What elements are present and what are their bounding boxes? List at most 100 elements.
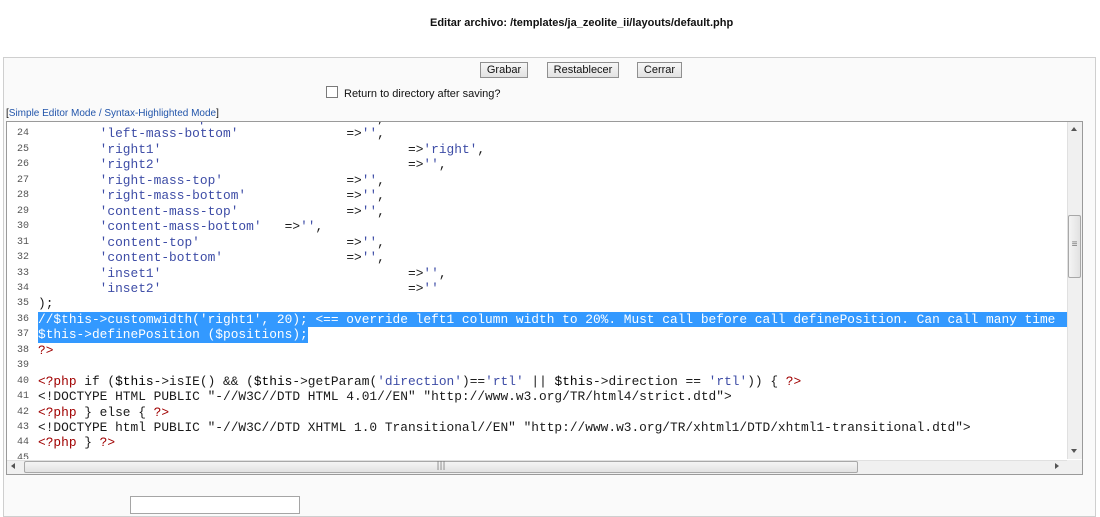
code-token: 'right1' [99,141,162,157]
code-token: 'left-mass-top' [100,122,216,126]
selected-code-text[interactable]: $this->definePosition ($positions); [38,327,308,343]
code-line: 34 'inset2' =>'' [7,281,1067,296]
code-line: 35); [7,296,1067,311]
code-token: => [346,234,362,250]
code-text[interactable]: <!DOCTYPE html PUBLIC "-//W3C//DTD XHTML… [38,420,971,435]
code-token: '' [423,265,439,281]
code-line: 28 'right-mass-bottom' =>'', [7,188,1067,203]
line-number: 34 [16,282,29,294]
code-token: '' [423,157,439,173]
scrollbar-corner [1067,460,1082,474]
line-number: 30 [16,221,29,233]
code-text[interactable]: 'content-mass-top' =>'', [38,204,385,219]
code-token: 'content-mass-bottom' [99,219,262,235]
return-to-directory-checkbox[interactable] [326,86,338,98]
editor-mode-link[interactable]: Simple Editor Mode / Syntax-Highlighted … [9,108,216,119]
code-token: 'right-mass-bottom' [99,188,247,204]
code-area[interactable]: 23 'left-mass-top' =>'',24 'left-mass-bo… [7,122,1067,459]
code-token: , [377,172,385,188]
code-text[interactable]: 'inset1' =>'', [38,266,447,281]
close-button[interactable]: Cerrar [637,62,682,78]
code-token: if ( [76,373,116,389]
code-text[interactable]: 'right-mass-bottom' =>'', [38,188,385,203]
code-text[interactable]: 'right-mass-top' =>'', [38,173,385,188]
scroll-right-arrow-icon[interactable] [1055,463,1059,469]
reset-button[interactable]: Restablecer [547,62,619,78]
line-number: 42 [16,406,29,418]
line-number: 26 [16,159,29,171]
code-token: 'content-bottom' [99,250,223,266]
code-line: 33 'inset1' =>'', [7,266,1067,281]
scroll-left-arrow-icon[interactable] [11,463,15,469]
code-token: => [407,141,424,157]
line-number: 24 [16,128,29,140]
code-token: , [377,126,385,142]
line-number: 29 [16,205,29,217]
line-number: 38 [16,344,29,356]
scroll-down-arrow-icon[interactable] [1071,449,1077,453]
code-text[interactable]: <?php } else { ?> [38,405,169,420]
line-number: 39 [16,360,29,372]
code-token: } else { [76,404,154,420]
code-token: , [377,122,385,126]
code-text[interactable]: 'content-bottom' =>'', [38,250,385,265]
code-token: => [407,280,424,296]
code-token: $this->definePosition ($positions); [38,327,308,343]
code-token: <!DOCTYPE HTML PUBLIC "-//W3C//DTD HTML … [38,389,732,405]
code-token: )== [461,373,486,389]
code-token: $this [554,373,594,389]
code-text[interactable]: ); [38,296,53,311]
code-text[interactable]: ?> [38,343,53,358]
code-token: '' [361,126,378,142]
code-text[interactable]: 'left-mass-bottom' =>'', [38,126,385,141]
code-token: $this [253,373,293,389]
code-token: <!DOCTYPE html PUBLIC "-//W3C//DTD XHTML… [38,420,971,435]
code-token: '' [361,234,378,250]
code-line: 37 $this->definePosition ($positions); [7,327,1067,343]
line-number: 31 [16,236,29,248]
code-text[interactable]: 'inset2' =>'' [38,281,439,296]
code-token: //$this->customwidth('right1', 20); <== … [38,311,1056,327]
line-number: 27 [16,174,29,186]
code-token: } [76,435,100,451]
code-text[interactable]: 'content-mass-bottom' =>'', [38,219,324,235]
code-token: 'rtl' [708,373,748,389]
scroll-up-arrow-icon[interactable] [1071,127,1077,131]
code-token: => [346,188,362,204]
code-token: => [407,265,424,281]
code-token: <?php [38,435,77,451]
code-text[interactable]: 'right2' =>'', [38,157,447,172]
code-token: 'rtl' [485,373,524,389]
code-token: )) { [747,373,786,389]
code-line: 38 ?> [7,343,1067,358]
filename-input[interactable] [130,496,300,514]
line-number: 37 [16,329,29,341]
code-token: => [346,172,362,188]
code-text[interactable]: <?php } ?> [38,435,115,450]
code-token: , [438,157,447,173]
code-token: <?php [38,404,77,420]
code-line: 43 <!DOCTYPE html PUBLIC "-//W3C//DTD XHT… [7,420,1067,435]
code-token: , [377,250,385,266]
line-number: 25 [16,143,29,155]
code-text[interactable]: <?php if ($this->isIE() && ($this->getPa… [38,374,801,389]
vertical-scrollbar[interactable] [1067,122,1082,459]
code-line: 30 'content-mass-bottom' =>'', [7,219,1067,234]
line-number: 43 [16,422,29,433]
selected-code-text[interactable]: //$this->customwidth('right1', 20); <== … [38,311,1067,328]
code-text[interactable]: 'right1' =>'right', [38,142,485,157]
code-text[interactable]: 'content-top' =>'', [38,235,385,250]
code-text[interactable]: <!DOCTYPE HTML PUBLIC "-//W3C//DTD HTML … [38,389,732,404]
code-token: => [346,126,362,142]
code-token: => [284,219,301,235]
save-button[interactable]: Grabar [480,62,528,78]
line-number: 41 [16,391,29,403]
